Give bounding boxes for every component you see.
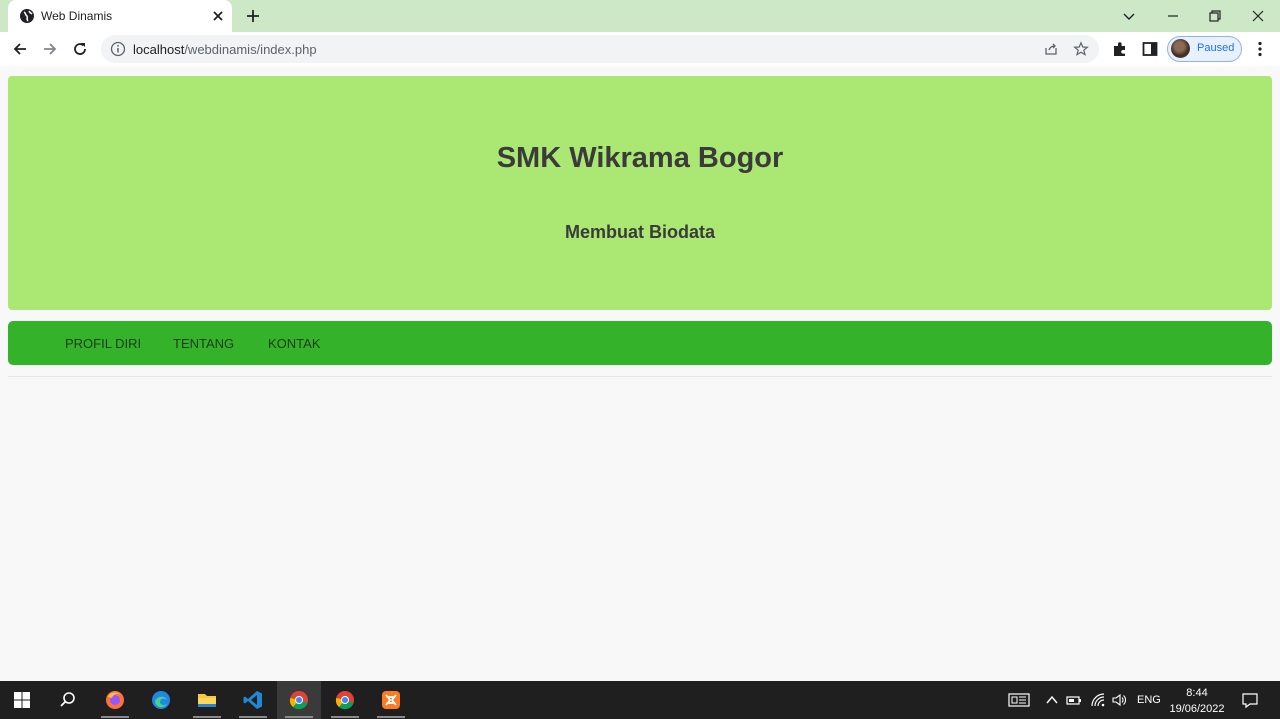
start-button[interactable] <box>0 681 44 719</box>
wifi-icon[interactable] <box>1090 692 1106 708</box>
tab-strip: Web Dinamis <box>0 0 1280 32</box>
running-indicator <box>101 716 129 718</box>
page-title: SMK Wikrama Bogor <box>496 142 784 174</box>
close-window-icon[interactable] <box>1247 5 1269 27</box>
extensions-icon[interactable] <box>1111 40 1129 58</box>
avatar <box>1171 39 1190 58</box>
browser-toolbar: localhost/webdinamis/index.php Paused <box>0 32 1280 66</box>
search-icon <box>60 692 75 707</box>
running-indicator <box>377 716 405 718</box>
restore-icon[interactable] <box>1204 5 1226 27</box>
url-host: localhost <box>133 42 185 57</box>
nav-bar: PROFIL DIRI TENTANG KONTAK <box>8 321 1272 365</box>
browser-tab[interactable]: Web Dinamis <box>8 0 232 32</box>
url-path: /webdinamis/index.php <box>184 42 317 57</box>
chrome-icon <box>335 691 354 710</box>
volume-icon[interactable] <box>1111 692 1127 708</box>
page-subtitle: Membuat Biodata <box>564 222 715 242</box>
taskbar-file-explorer[interactable] <box>185 681 229 719</box>
clock-time: 8:44 <box>1186 687 1208 699</box>
share-icon[interactable] <box>1043 41 1059 57</box>
taskbar-xampp[interactable] <box>369 681 413 719</box>
content-divider <box>8 376 1272 377</box>
taskbar-chrome[interactable] <box>323 681 367 719</box>
firefox-icon <box>106 691 124 709</box>
minimize-icon[interactable] <box>1162 5 1184 27</box>
tab-search-icon[interactable] <box>1118 5 1140 27</box>
address-bar[interactable]: localhost/webdinamis/index.php <box>101 35 1099 63</box>
nav-link-tentang[interactable]: TENTANG <box>173 336 234 351</box>
taskbar: ENG 8:44 19/06/2022 <box>0 681 1280 719</box>
taskbar-edge[interactable] <box>139 681 183 719</box>
running-indicator <box>193 716 221 718</box>
windows-start-icon <box>14 692 30 708</box>
news-widget-icon[interactable] <box>1008 692 1030 708</box>
profile-status: Paused <box>1197 42 1235 54</box>
globe-icon <box>20 9 34 23</box>
site-info-icon[interactable] <box>110 41 126 57</box>
battery-icon[interactable] <box>1066 692 1082 708</box>
chrome-icon <box>289 691 308 710</box>
reload-icon[interactable] <box>71 40 89 58</box>
page-viewport: SMK Wikrama Bogor Membuat Biodata PROFIL… <box>0 66 1280 681</box>
taskbar-firefox[interactable] <box>93 681 137 719</box>
close-tab-icon[interactable] <box>210 8 226 24</box>
taskbar-chrome-active[interactable] <box>277 681 321 719</box>
new-tab-icon[interactable] <box>244 7 262 25</box>
running-indicator <box>239 716 267 718</box>
bookmark-star-icon[interactable] <box>1073 41 1089 57</box>
input-language[interactable]: ENG <box>1137 694 1161 706</box>
side-panel-icon[interactable] <box>1141 40 1159 58</box>
edge-icon <box>152 691 170 709</box>
nav-link-profil-diri[interactable]: PROFIL DIRI <box>65 336 141 351</box>
taskbar-vscode[interactable] <box>231 681 275 719</box>
notification-icon[interactable] <box>1241 691 1259 709</box>
system-clock[interactable]: 8:44 19/06/2022 <box>1164 685 1230 717</box>
running-indicator <box>285 716 313 718</box>
tab-title: Web Dinamis <box>41 9 113 23</box>
more-menu-icon[interactable] <box>1251 40 1269 58</box>
profile-button[interactable]: Paused <box>1167 36 1242 62</box>
back-icon[interactable] <box>11 40 29 58</box>
forward-icon[interactable] <box>41 40 59 58</box>
file-explorer-icon <box>198 694 216 707</box>
nav-link-kontak[interactable]: KONTAK <box>268 336 321 351</box>
xampp-icon <box>382 691 400 709</box>
search-button[interactable] <box>46 681 90 719</box>
chevron-up-icon[interactable] <box>1044 692 1060 708</box>
url-text: localhost/webdinamis/index.php <box>133 42 317 57</box>
running-indicator <box>331 716 359 718</box>
vscode-icon <box>243 691 262 709</box>
page-header: SMK Wikrama Bogor Membuat Biodata <box>8 76 1272 310</box>
clock-date: 19/06/2022 <box>1169 703 1225 715</box>
